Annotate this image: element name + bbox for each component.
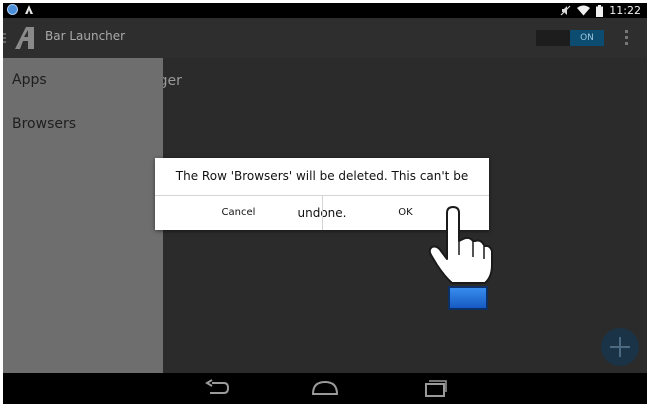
clock-time: 11:22 [609,4,641,17]
app-title: Bar Launcher [45,29,126,43]
screenshot-frame: 11:22 Bar Launcher ON ager Apps Browsers… [0,0,650,407]
status-bar: 11:22 [3,3,647,18]
navigation-bar [3,373,647,404]
navigation-drawer: Apps Browsers [3,58,163,373]
app-logo-icon[interactable] [12,25,38,51]
notification-icon [7,4,18,15]
bar-launcher-icon [25,5,33,14]
action-bar: Bar Launcher ON [3,18,647,58]
cancel-button[interactable]: Cancel [155,196,322,230]
drawer-item-apps[interactable]: Apps [12,72,47,88]
pointing-hand-icon [428,206,493,310]
back-icon[interactable] [203,379,229,397]
drawer-menu-icon[interactable] [3,30,7,46]
drawer-item-browsers[interactable]: Browsers [12,116,76,132]
dialog-message: The Row 'Browsers' will be deleted. This… [175,169,469,220]
add-fab-button[interactable] [601,328,639,366]
on-off-toggle[interactable]: ON [536,30,604,46]
battery-icon [596,4,604,17]
recents-icon[interactable] [424,379,448,397]
no-sound-icon [560,5,571,16]
toggle-on-label: ON [570,30,604,46]
wifi-icon [577,5,591,16]
home-icon[interactable] [311,379,339,397]
overflow-menu-icon[interactable] [625,30,629,46]
